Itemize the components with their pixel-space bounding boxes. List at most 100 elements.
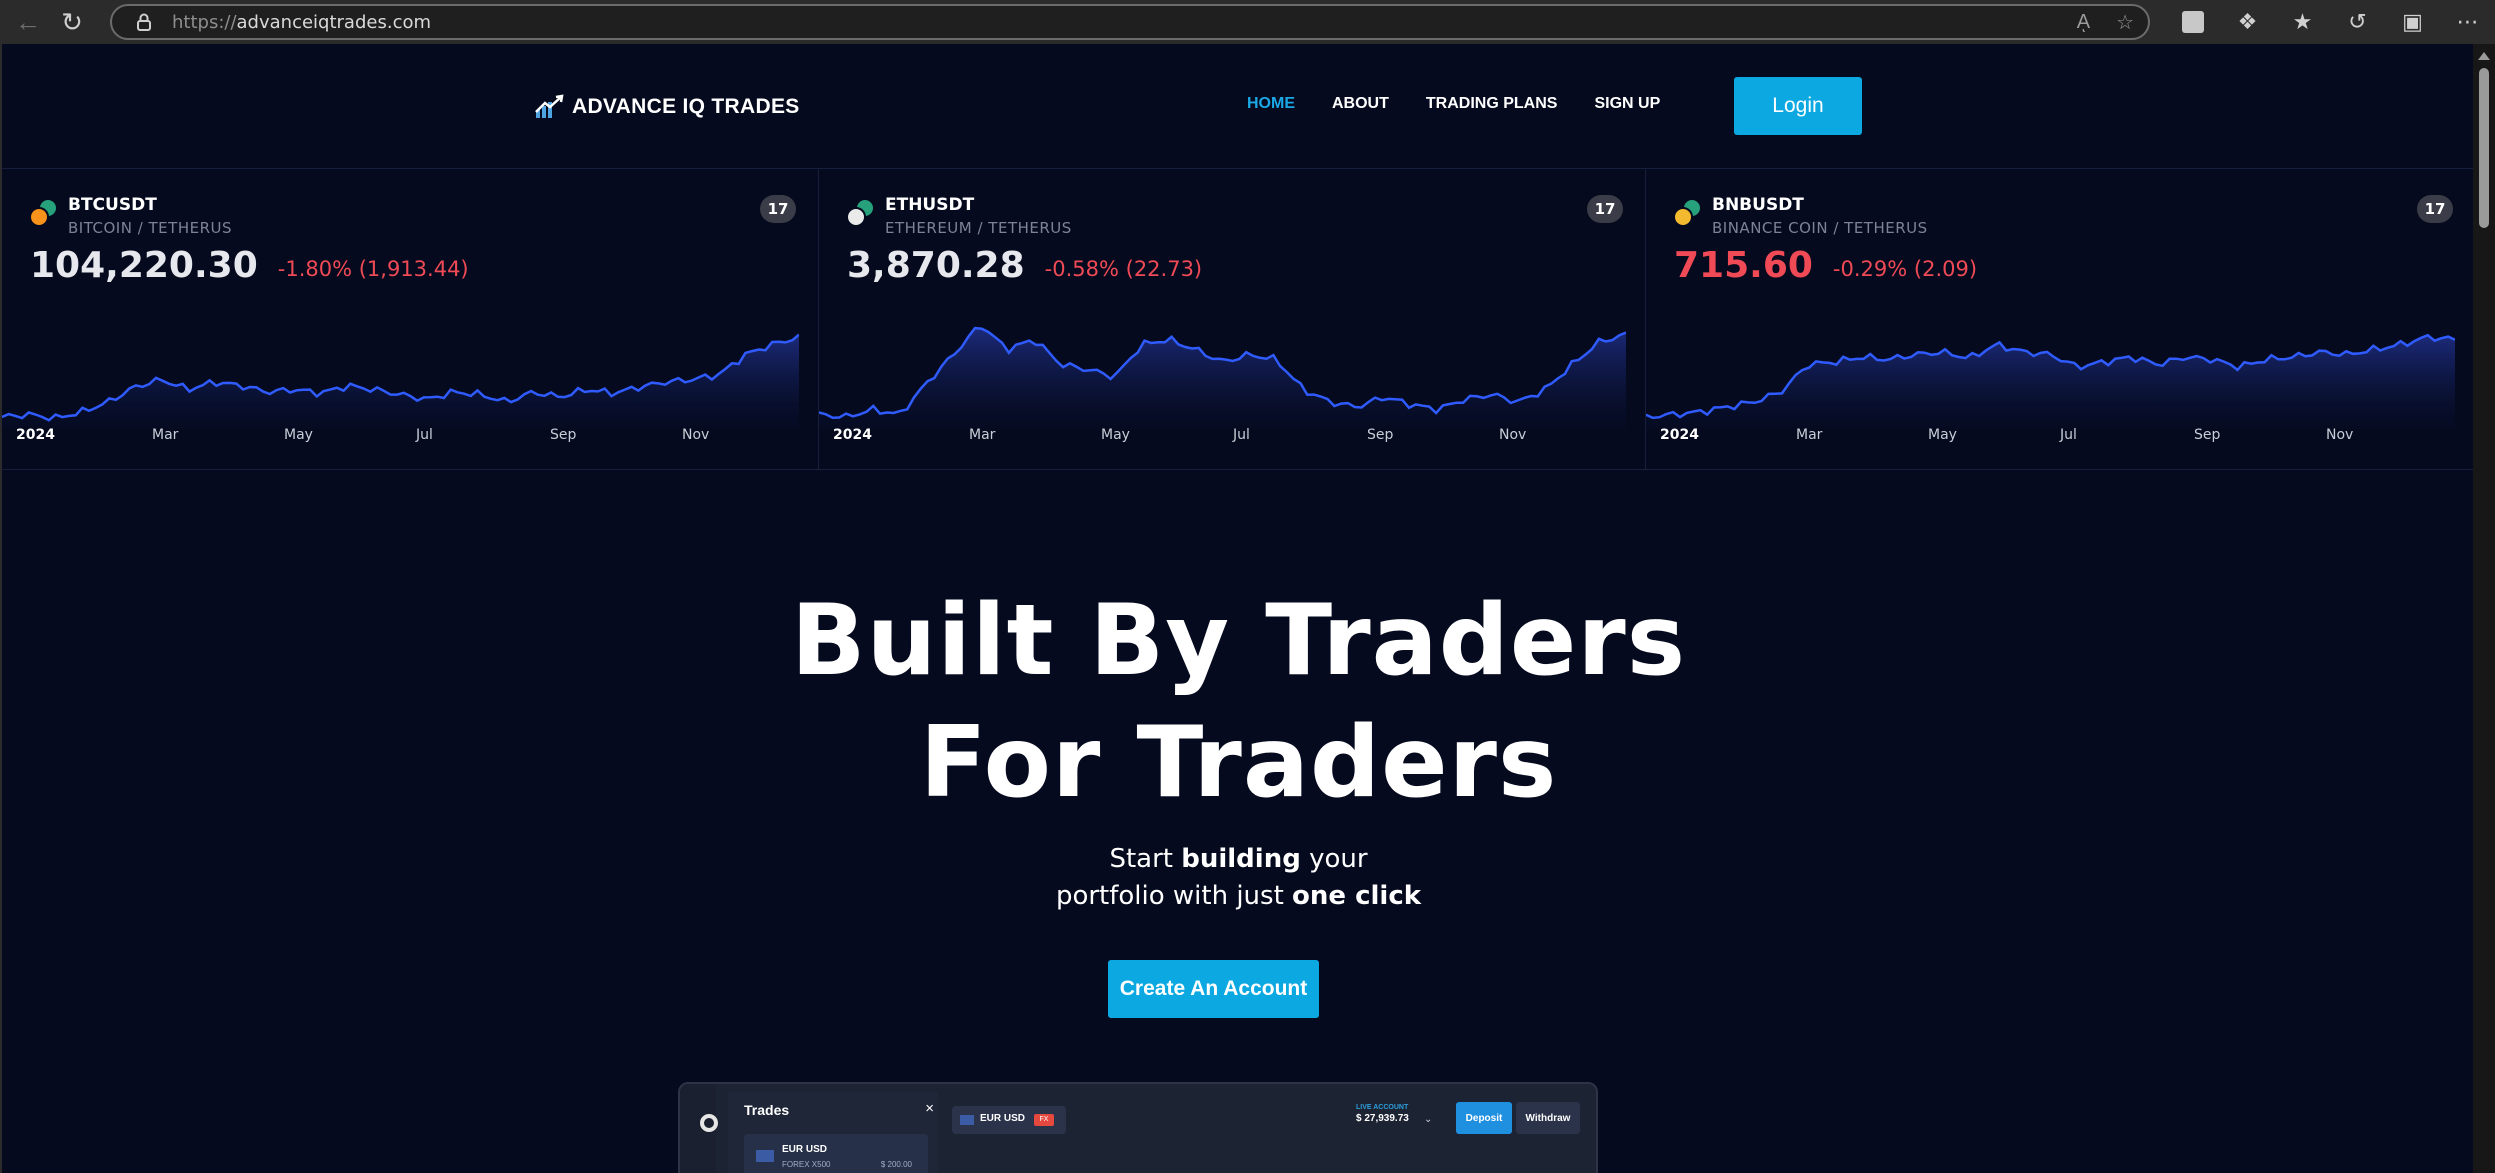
preview-pair-chip: EUR USD FX [952, 1106, 1066, 1134]
hero-title-line1: Built By Traders [790, 584, 1687, 698]
nav-trading-plans[interactable]: TRADING PLANS [1426, 95, 1558, 113]
preview-trade-amount: $ 200.00 [880, 1160, 912, 1169]
browser-toolbar: ← ↻ https://advanceiqtrades.com Aͅ ☆ ❖ ★… [0, 0, 2495, 44]
nav-about[interactable]: ABOUT [1332, 95, 1389, 113]
ticker-change: -1.80% (1,913.44) [277, 257, 469, 281]
url-text[interactable]: https://advanceiqtrades.com [172, 12, 431, 33]
nav-home[interactable]: HOME [1247, 95, 1295, 113]
chart-logo-icon [535, 94, 564, 118]
chevron-down-icon: ⌄ [1424, 1114, 1433, 1125]
brand-name: ADVANCE IQ TRADES [572, 95, 800, 118]
coin-icon [845, 197, 875, 227]
axis-label: Sep [2194, 427, 2221, 443]
ticker-symbol: ETHUSDT [885, 195, 975, 215]
sparkline-area [2, 334, 799, 429]
ticker-sparkline[interactable] [2, 294, 799, 429]
favorite-star-icon[interactable]: ☆ [2116, 10, 2134, 35]
ticker-time-axis: 2024 Mar May Jul Sep Nov [2, 427, 818, 447]
create-account-button[interactable]: Create An Account [1108, 960, 1319, 1018]
preview-account: LIVE ACCOUNT $ 27,939.73 [1356, 1104, 1409, 1124]
axis-label: Mar [1796, 427, 1823, 443]
axis-label: Nov [682, 427, 710, 443]
axis-label: Jul [416, 427, 433, 443]
tradingview-logo-icon[interactable]: 17 [1587, 195, 1623, 223]
page-viewport: ADVANCE IQ TRADES HOME ABOUT TRADING PLA… [0, 44, 2473, 1173]
axis-label: 2024 [16, 427, 55, 443]
ticker-time-axis: 2024 Mar May Jul Sep Nov [1646, 427, 2473, 447]
preview-trades-panel: Trades × EUR USD FOREX X500 $ 200.00 [728, 1092, 938, 1173]
ticker-sparkline[interactable] [819, 294, 1626, 429]
sparkline-area [1646, 335, 2455, 429]
ticker-price: 3,870.28 [847, 245, 1025, 286]
preview-pair-badge: FX [1034, 1114, 1054, 1126]
axis-label: Jul [2060, 427, 2077, 443]
axis-label: 2024 [833, 427, 872, 443]
axis-label: Mar [969, 427, 996, 443]
history-icon[interactable]: ↺ [2330, 0, 2385, 44]
hero-title-line2: For Traders [919, 706, 1558, 820]
back-icon[interactable]: ← [6, 0, 50, 44]
preview-trade-pair: EUR USD [782, 1144, 828, 1155]
refresh-icon[interactable]: ↻ [50, 0, 94, 44]
ticker-sparkline[interactable] [1646, 294, 2455, 429]
preview-trades-title: Trades [744, 1102, 790, 1118]
preview-withdraw-button: Withdraw [1516, 1102, 1580, 1134]
axis-label: Mar [152, 427, 179, 443]
axis-label: Nov [1499, 427, 1527, 443]
more-icon[interactable]: ⋯ [2440, 0, 2495, 44]
nav-sign-up[interactable]: SIGN UP [1594, 95, 1660, 113]
brand-logo[interactable]: ADVANCE IQ TRADES [534, 94, 800, 120]
axis-label: May [1101, 427, 1130, 443]
tradingview-logo-icon[interactable]: 17 [2417, 195, 2453, 223]
preview-account-value: $ 27,939.73 [1356, 1113, 1409, 1124]
scroll-thumb[interactable] [2479, 68, 2489, 228]
preview-trade-card: EUR USD FOREX X500 $ 200.00 [744, 1134, 928, 1173]
extensions-icon[interactable]: ❖ [2220, 0, 2275, 44]
axis-label: Sep [550, 427, 577, 443]
ticker-subtitle: BITCOIN / TETHERUS [68, 219, 232, 237]
lock-icon[interactable] [134, 12, 154, 32]
sparkline-area [819, 328, 1626, 429]
us-flag-icon [960, 1115, 974, 1125]
axis-label: Nov [2326, 427, 2354, 443]
hero-subtitle-line1: Start building your [1109, 844, 1368, 874]
login-button[interactable]: Login [1734, 77, 1862, 135]
axis-label: 2024 [1660, 427, 1699, 443]
axis-label: Jul [1233, 427, 1250, 443]
profile-icon[interactable] [2165, 0, 2220, 44]
favorites-icon[interactable]: ★ [2275, 0, 2330, 44]
site-header: ADVANCE IQ TRADES HOME ABOUT TRADING PLA… [2, 44, 2473, 168]
ticker-change: -0.58% (22.73) [1044, 257, 1203, 281]
hero-subtitle-line2: portfolio with just one click [1055, 881, 1422, 911]
ticker-ethusdt[interactable]: ETHUSDT ETHEREUM / TETHERUS 3,870.28 -0.58%… [819, 169, 1646, 469]
axis-label: Sep [1367, 427, 1394, 443]
address-bar[interactable]: https://advanceiqtrades.com Aͅ ☆ [110, 4, 2150, 40]
ticker-subtitle: BINANCE COIN / TETHERUS [1712, 219, 1928, 237]
scroll-up-icon[interactable] [2478, 52, 2490, 60]
page-scrollbar[interactable] [2473, 44, 2495, 1173]
tradingview-logo-icon[interactable]: 17 [760, 195, 796, 223]
ticker-time-axis: 2024 Mar May Jul Sep Nov [819, 427, 1645, 447]
axis-label: May [1928, 427, 1957, 443]
ticker-change: -0.29% (2.09) [1832, 257, 1978, 281]
coin-icon [1672, 197, 1702, 227]
ticker-btcusdt[interactable]: BTCUSDT BITCOIN / TETHERUS 104,220.30 -1.80… [2, 169, 819, 469]
read-aloud-icon[interactable]: Aͅ [2077, 11, 2090, 34]
preview-deposit-button: Deposit [1456, 1102, 1512, 1134]
ticker-symbol: BTCUSDT [68, 195, 157, 215]
close-icon: × [925, 1100, 934, 1117]
ticker-strip: BTCUSDT BITCOIN / TETHERUS 104,220.30 -1.80… [2, 168, 2473, 470]
ticker-symbol: BNBUSDT [1712, 195, 1804, 215]
preview-account-label: LIVE ACCOUNT [1356, 1104, 1409, 1111]
axis-label: May [284, 427, 313, 443]
preview-pair-name: EUR USD [980, 1113, 1026, 1124]
preview-logo-icon [700, 1114, 718, 1132]
ticker-bnbusdt[interactable]: BNBUSDT BINANCE COIN / TETHERUS 715.60 -0.2… [1646, 169, 2473, 469]
ticker-subtitle: ETHEREUM / TETHERUS [885, 219, 1072, 237]
coin-icon [28, 197, 58, 227]
screen-capture-icon[interactable]: ▣ [2385, 0, 2440, 44]
ticker-price: 715.60 [1674, 245, 1813, 286]
ticker-price: 104,220.30 [30, 245, 258, 286]
us-flag-icon [756, 1150, 774, 1162]
preview-trade-kind: FOREX X500 [782, 1160, 831, 1169]
